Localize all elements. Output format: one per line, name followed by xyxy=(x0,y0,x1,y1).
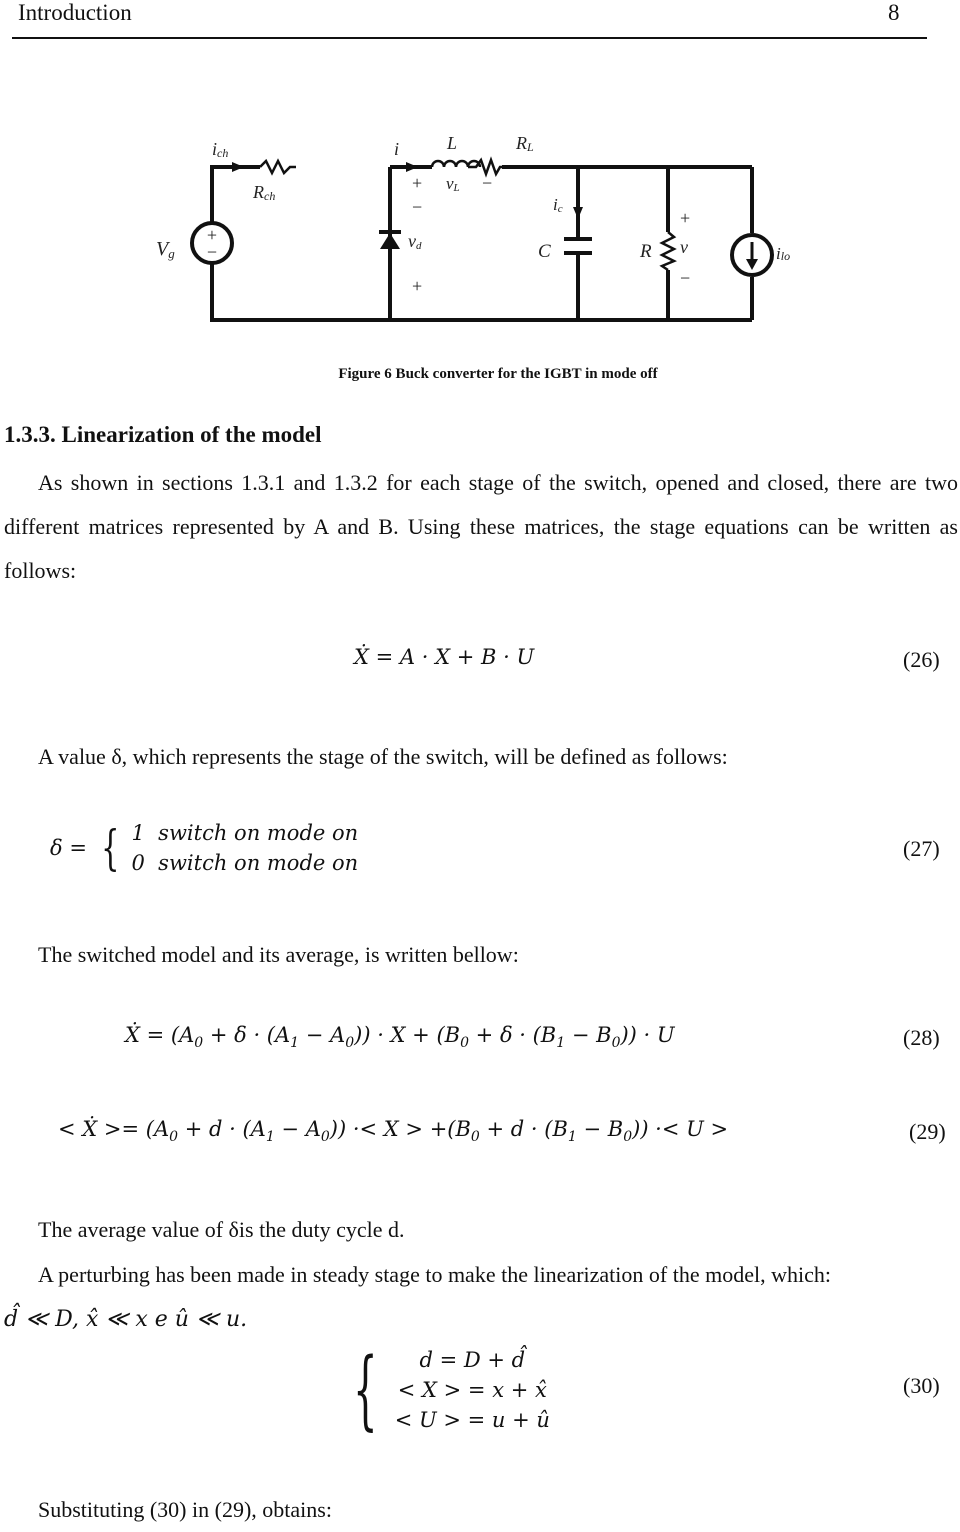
arrow-i xyxy=(406,162,418,172)
figure-caption: Figure 6 Buck converter for the IGBT in … xyxy=(338,366,658,382)
paragraph-switched-model: The switched model and its average, is w… xyxy=(38,942,519,967)
equation-28-number: (28) xyxy=(903,1025,940,1050)
voltage-source-vg: + − xyxy=(190,221,234,265)
section-heading: 1.3.3. Linearization of the model xyxy=(4,422,322,447)
equation-29-number: (29) xyxy=(909,1119,946,1144)
label-vl: vL xyxy=(446,174,460,194)
equation-27-case-2: 0 switch on mode on xyxy=(131,851,359,875)
left-brace: { xyxy=(101,820,120,876)
equation-27-case-1: 1 switch on mode on xyxy=(131,821,359,845)
equation-27: δ = { 1 switch on mode on 0 switch on mo… xyxy=(50,818,358,878)
page-number: 8 xyxy=(888,0,900,25)
circuit-wires xyxy=(210,165,754,322)
label-v: v xyxy=(680,237,688,257)
resistor-r xyxy=(659,231,678,272)
equation-28: Ẋ = (A0 + δ · (A1 − A0)) · X + (B0 + δ ·… xyxy=(125,1023,675,1051)
svg-text:−: − xyxy=(207,242,217,262)
perturbation-conditions: d̂ ≪ D, x̂ ≪ x e û ≪ u. xyxy=(4,1307,248,1332)
label-iload: iload xyxy=(776,244,790,263)
equation-30-row-1: d = D + d̂ xyxy=(419,1348,526,1372)
paragraph-substitution: Substituting (30) in (29), obtains: xyxy=(38,1497,332,1522)
label-rl: RL xyxy=(515,133,534,154)
label-r: R xyxy=(639,241,652,262)
equation-30-row-3: < U > = u + û xyxy=(394,1408,550,1432)
arrow-ich xyxy=(232,162,244,172)
label-i: i xyxy=(394,139,399,159)
paragraph-intro-text: As shown in sections 1.3.1 and 1.3.2 for… xyxy=(4,470,958,583)
diode xyxy=(379,230,401,249)
label-vd-minus: − xyxy=(412,197,422,217)
label-vl-minus: − xyxy=(482,173,492,193)
paragraph-perturbation: A perturbing has been made in steady sta… xyxy=(38,1262,831,1287)
equation-29: < Ẋ >= (A0 + d · (A1 − A0)) ·< X > +(B0 … xyxy=(58,1117,729,1145)
capacitor-c xyxy=(564,237,592,255)
equation-30: { d = D + d̂ < X > = x + x̂ < U > = u + … xyxy=(338,1345,550,1435)
equation-30-row-2: < X > = x + x̂ xyxy=(397,1378,547,1402)
equation-27-lhs: δ = xyxy=(50,836,87,860)
label-l: L xyxy=(446,133,457,153)
header-divider xyxy=(12,37,927,39)
label-vd: vd xyxy=(408,231,422,252)
label-v-minus: − xyxy=(680,268,690,288)
label-ic: ic xyxy=(553,195,563,215)
label-vd-plus: + xyxy=(412,276,422,296)
left-brace: { xyxy=(353,1340,378,1440)
equation-30-number: (30) xyxy=(903,1373,940,1398)
label-v-plus: + xyxy=(680,208,690,228)
equation-26: Ẋ = A · X + B · U xyxy=(354,645,535,669)
current-source-iload xyxy=(730,233,774,277)
running-header-title: Introduction xyxy=(18,0,132,25)
label-ich: ich xyxy=(212,139,228,160)
paragraph-duty-cycle: The average value of δis the duty cycle … xyxy=(38,1217,405,1242)
label-vg: Vg xyxy=(156,238,175,261)
resistor-rch xyxy=(259,158,296,176)
label-c: C xyxy=(538,241,551,262)
label-rch: Rch xyxy=(252,182,275,203)
paragraph-delta-definition: A value δ, which represents the stage of… xyxy=(38,744,728,769)
equation-26-number: (26) xyxy=(903,647,940,672)
paragraph-intro: As shown in sections 1.3.1 and 1.3.2 for… xyxy=(4,461,958,593)
buck-converter-circuit-diagram: + − ich Rch Vg i L RL vL + − − vd + ic C… xyxy=(156,133,790,322)
equation-27-number: (27) xyxy=(903,836,940,861)
arrow-ic xyxy=(573,207,583,219)
label-vl-plus: + xyxy=(412,173,422,193)
